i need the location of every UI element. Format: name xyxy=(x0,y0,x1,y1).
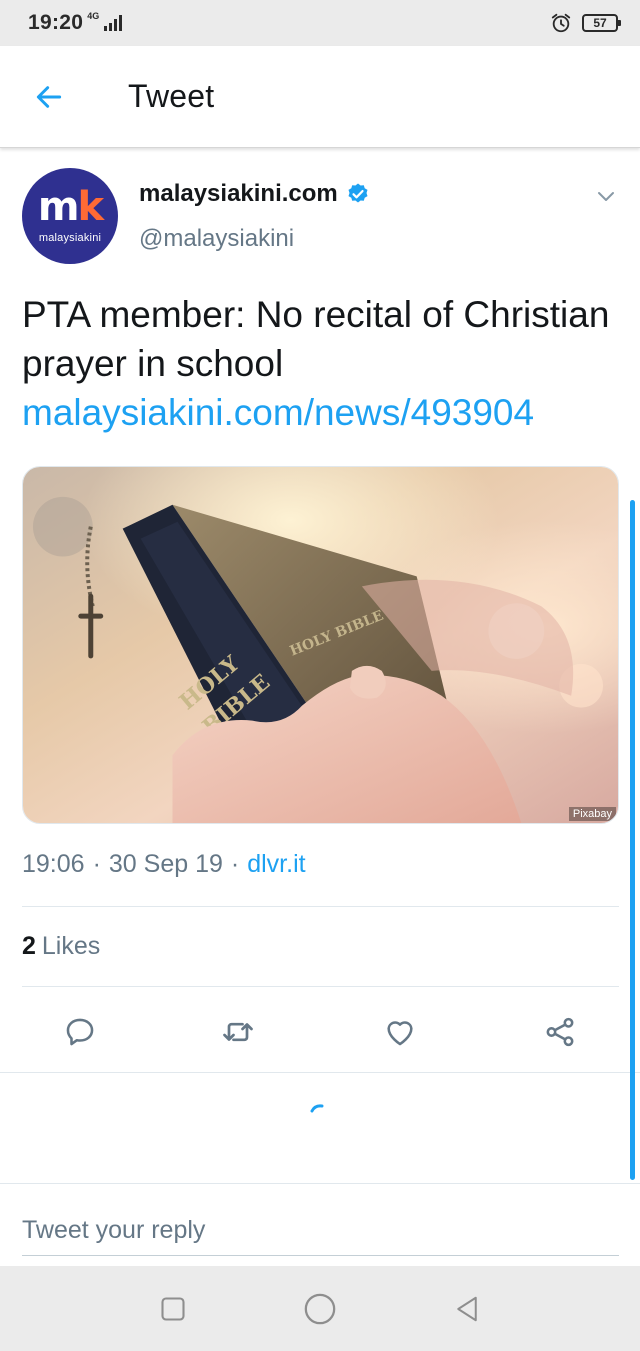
reply-button[interactable] xyxy=(56,1008,104,1056)
reply-icon xyxy=(66,1018,94,1046)
page-title: Tweet xyxy=(128,78,215,114)
status-time: 19:20 xyxy=(28,11,84,34)
likes-label: Likes xyxy=(41,932,101,960)
divider xyxy=(22,986,619,987)
tweet-body: PTA member: No recital of Christian pray… xyxy=(22,294,610,384)
bible-photo: HOLY BIBLE HOLY BIBLE xyxy=(23,467,618,823)
signal-strength-icon xyxy=(104,15,123,31)
tweet-date: 30 Sep 19 xyxy=(108,850,223,878)
divider xyxy=(0,1072,640,1073)
recent-apps-icon xyxy=(161,1296,185,1321)
share-icon xyxy=(546,1017,574,1047)
tweet-author-row: mk malaysiakini malaysiakini.com @malays… xyxy=(0,150,640,275)
tweet-link[interactable]: malaysiakini.com/news/493904 xyxy=(22,388,622,437)
home-button[interactable] xyxy=(303,1292,337,1326)
home-icon xyxy=(304,1293,336,1324)
back-nav-button[interactable] xyxy=(450,1292,484,1326)
status-right: 57 xyxy=(550,12,621,34)
back-button[interactable] xyxy=(0,46,100,147)
image-credit: Pixabay xyxy=(568,807,616,821)
separator-dot: · xyxy=(92,850,101,878)
scrollbar[interactable] xyxy=(630,500,635,1180)
retweet-icon xyxy=(223,1022,253,1042)
author-handle[interactable]: @malaysiakini xyxy=(139,225,294,253)
verified-badge-icon xyxy=(348,183,368,203)
separator-dot: · xyxy=(230,850,240,878)
retweet-button[interactable] xyxy=(214,1008,262,1056)
reply-composer xyxy=(0,1183,640,1266)
reply-input[interactable] xyxy=(22,1206,619,1256)
tweet-text: PTA member: No recital of Christian pray… xyxy=(22,290,622,437)
tweet-source-link[interactable]: dlvr.it xyxy=(247,850,305,879)
tweet-actions xyxy=(0,1000,640,1060)
alarm-clock-icon xyxy=(551,13,571,33)
battery-indicator: 57 xyxy=(582,14,621,32)
share-button[interactable] xyxy=(536,1008,584,1056)
likes-count[interactable]: 2 Likes xyxy=(22,932,100,961)
author-name-text: malaysiakini.com xyxy=(139,180,338,207)
likes-number: 2 xyxy=(22,932,36,960)
tweet-time: 19:06 xyxy=(22,850,85,878)
system-nav-bar xyxy=(0,1266,640,1351)
like-heart-icon xyxy=(387,1021,413,1046)
tweet-timestamp-row: 19:06 · 30 Sep 19 · dlvr.it xyxy=(22,850,306,879)
tweet-media-image[interactable]: HOLY BIBLE HOLY BIBLE Pixabay xyxy=(22,466,619,824)
avatar-logo-word: malaysiakini xyxy=(38,232,102,244)
chevron-down-icon[interactable] xyxy=(594,184,618,208)
loading-spinner-icon xyxy=(310,1104,324,1113)
like-button[interactable] xyxy=(376,1008,424,1056)
divider xyxy=(22,906,619,907)
author-name[interactable]: malaysiakini.com xyxy=(139,180,370,208)
back-icon xyxy=(456,1296,477,1321)
recent-apps-button[interactable] xyxy=(156,1292,190,1326)
avatar[interactable]: mk malaysiakini xyxy=(22,168,118,264)
arrow-left-icon xyxy=(36,85,62,108)
status-left: 19:20 4G xyxy=(28,11,123,35)
status-bar: 19:20 4G 57 xyxy=(0,0,640,46)
network-type-label: 4G xyxy=(87,11,100,21)
tweet-detail: mk malaysiakini malaysiakini.com @malays… xyxy=(0,150,640,878)
app-header: Tweet xyxy=(0,46,640,148)
avatar-logo-mark: mk xyxy=(37,184,104,230)
